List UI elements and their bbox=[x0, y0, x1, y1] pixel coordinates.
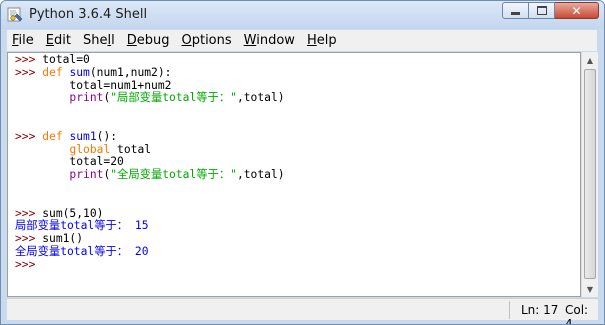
menu-help-accel: H bbox=[306, 33, 317, 48]
menu-edit[interactable]: Edit bbox=[41, 33, 76, 48]
menu-window[interactable]: Window bbox=[239, 33, 300, 48]
shell-line: 全局变量total等于： 20 bbox=[15, 244, 285, 259]
code-token: "局部变量total等于：" bbox=[110, 91, 237, 105]
close-button[interactable]: ✕ bbox=[555, 2, 599, 19]
column-number: Col: 4 bbox=[565, 303, 589, 325]
menu-options-label: ptions bbox=[191, 33, 232, 48]
vertical-scrollbar[interactable]: ▲ ▼ bbox=[581, 52, 598, 297]
code-token: total=0 bbox=[42, 53, 90, 66]
menu-help[interactable]: Help bbox=[302, 33, 342, 48]
code-token: global bbox=[69, 142, 111, 156]
shell-text-area[interactable]: >>> total=0 >>> def sum(num1,num2): total… bbox=[7, 52, 581, 297]
menu-file[interactable]: File bbox=[7, 33, 39, 48]
code-token: (num1,num2): bbox=[89, 65, 172, 79]
menu-debug[interactable]: Debug bbox=[122, 33, 175, 48]
menu-debug-accel: D bbox=[126, 33, 137, 48]
shell-prompt: >>> bbox=[15, 65, 43, 79]
idle-shell-window: Python 3.6.4 Shell ✕ File Edit Shell Deb… bbox=[0, 0, 605, 325]
code-token: 局部变量total等于： 15 bbox=[15, 219, 149, 233]
code-token: "全局变量total等于：" bbox=[110, 168, 237, 182]
shell-line: print("局部变量total等于：",total) bbox=[15, 91, 285, 105]
code-token: ,total) bbox=[236, 168, 285, 182]
menu-help-label: elp bbox=[316, 33, 337, 48]
title-bar[interactable]: Python 3.6.4 Shell ✕ bbox=[1, 1, 604, 29]
shell-prompt: >>> bbox=[15, 53, 43, 66]
menu-shell-label-pre: She bbox=[82, 33, 108, 48]
window-controls: ✕ bbox=[502, 2, 599, 20]
shell-line: >>> bbox=[15, 257, 285, 272]
menu-file-label: ile bbox=[18, 33, 34, 48]
code-token: print bbox=[69, 91, 104, 105]
shell-prompt: >>> bbox=[15, 257, 43, 271]
code-token: total=20 bbox=[15, 155, 124, 169]
menu-window-accel: W bbox=[243, 33, 257, 48]
status-separator bbox=[509, 301, 510, 319]
shell-output: >>> total=0 >>> def sum(num1,num2): total… bbox=[15, 53, 285, 272]
code-token: sum1 bbox=[69, 129, 97, 143]
window-title: Python 3.6.4 Shell bbox=[29, 7, 148, 22]
line-number: Ln: 17 bbox=[521, 303, 559, 317]
minimize-icon bbox=[511, 11, 520, 15]
code-token: print bbox=[69, 168, 104, 182]
shell-prompt: >>> bbox=[15, 232, 43, 246]
shell-line: print("全局变量total等于：",total) bbox=[15, 168, 285, 182]
menu-options[interactable]: Options bbox=[176, 33, 236, 48]
scrollbar-thumb[interactable] bbox=[584, 69, 596, 279]
shell-prompt: >>> bbox=[15, 129, 43, 143]
code-token: total=num1+num2 bbox=[15, 78, 172, 92]
maximize-button[interactable] bbox=[529, 2, 555, 19]
menu-edit-label: dit bbox=[54, 33, 71, 48]
menu-bar: File Edit Shell Debug Options Window Hel… bbox=[7, 30, 597, 51]
code-token: sum bbox=[69, 65, 90, 79]
code-token: ,total) bbox=[236, 91, 285, 105]
menu-window-label: indow bbox=[256, 33, 295, 48]
code-token: total bbox=[110, 142, 152, 156]
menu-edit-accel: E bbox=[45, 33, 54, 48]
code-token: 全局变量total等于： 20 bbox=[15, 244, 149, 258]
menu-shell-label: l bbox=[111, 33, 115, 48]
maximize-icon bbox=[536, 6, 547, 15]
menu-options-accel: O bbox=[181, 33, 192, 48]
menu-shell[interactable]: Shell bbox=[78, 33, 120, 48]
code-token: (): bbox=[96, 129, 118, 143]
code-token: sum(5,10) bbox=[42, 206, 104, 220]
close-icon: ✕ bbox=[571, 3, 582, 18]
status-bar: Ln: 17 Col: 4 bbox=[7, 298, 598, 324]
code-token: def bbox=[42, 129, 63, 143]
arrow-down-icon[interactable]: ▼ bbox=[582, 281, 598, 297]
minimize-button[interactable] bbox=[502, 2, 529, 19]
arrow-up-icon[interactable]: ▲ bbox=[582, 52, 598, 68]
shell-prompt: >>> bbox=[15, 206, 43, 220]
python-idle-icon bbox=[7, 7, 23, 23]
code-token: sum1() bbox=[42, 232, 84, 246]
code-token: def bbox=[42, 65, 63, 79]
menu-debug-label: ebug bbox=[136, 33, 170, 48]
